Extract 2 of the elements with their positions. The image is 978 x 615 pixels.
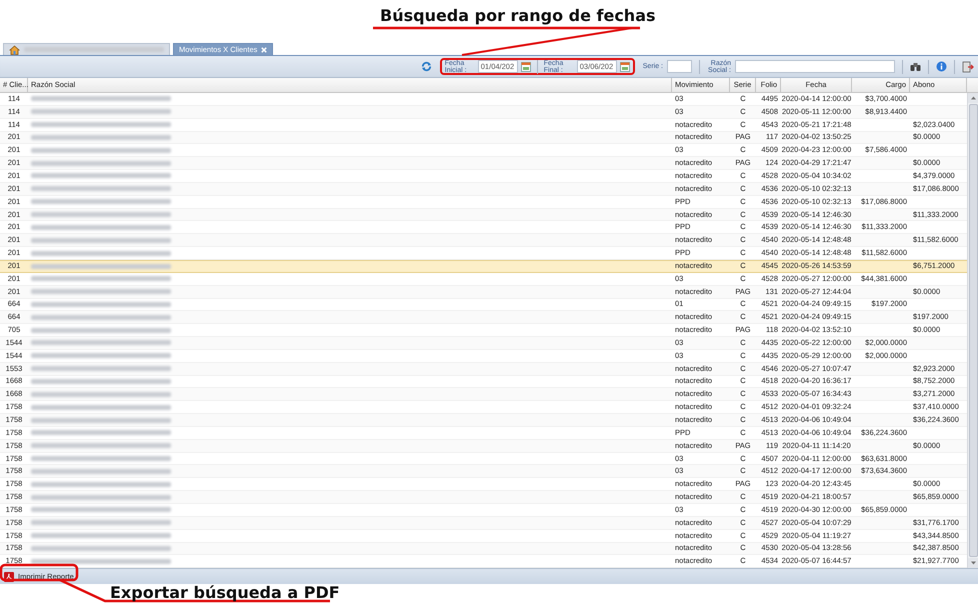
annotation-title: Exportar búsqueda a PDF [110,583,340,602]
annotation-title: Búsqueda por rango de fechas [380,6,656,25]
